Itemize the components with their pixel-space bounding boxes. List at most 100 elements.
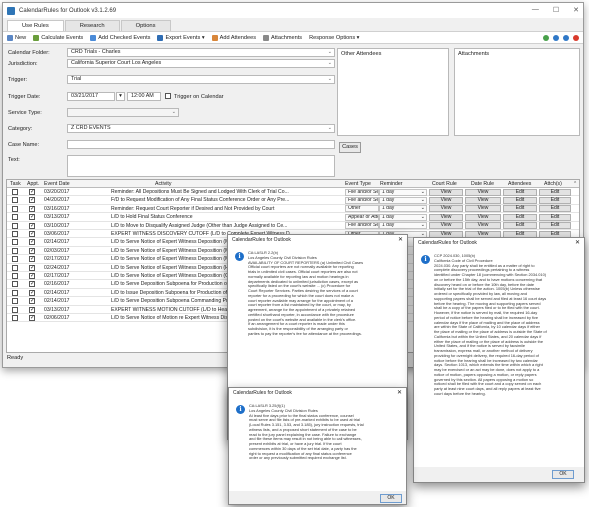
ok-button[interactable]: OK [380,494,402,503]
date-rule-view-button[interactable]: View [465,205,501,213]
trigger-time-input[interactable]: 12:00 AM [127,92,161,101]
attachments-edit-button[interactable]: Edit [539,188,571,196]
col-court-rule[interactable]: Court Rule [432,180,457,188]
help-icon[interactable] [563,35,569,41]
appt-checkbox[interactable] [29,264,35,271]
appt-checkbox[interactable] [29,289,35,296]
task-checkbox[interactable] [12,197,18,204]
reminder-select[interactable]: 1 day⌄ [379,196,427,204]
scroll-up-icon[interactable]: ⌃ [573,180,577,188]
appt-checkbox[interactable] [29,272,35,279]
close-icon[interactable]: ✕ [575,238,580,249]
cases-button[interactable]: Cases [339,142,361,153]
task-checkbox[interactable] [12,247,18,254]
task-checkbox[interactable] [12,315,18,321]
task-checkbox[interactable] [12,289,18,296]
appt-checkbox[interactable] [29,306,35,313]
appt-checkbox[interactable] [29,230,35,237]
reminder-select[interactable]: 1 day⌄ [379,213,427,221]
table-row[interactable]: 04/20/2017 F/D to Request Modification of… [7,196,579,205]
trigger-on-calendar-checkbox[interactable] [165,93,171,99]
appt-checkbox[interactable] [29,213,35,221]
col-reminder[interactable]: Reminder [380,180,403,188]
task-checkbox[interactable] [12,273,18,279]
close-red-icon[interactable] [573,35,579,41]
calendar-picker-icon[interactable]: ▾ [116,92,125,101]
tab-options[interactable]: Options [120,20,171,31]
attachments-edit-button[interactable]: Edit [539,213,571,221]
date-rule-view-button[interactable]: View [465,196,501,204]
attachments-panel[interactable]: Attachments [454,48,580,136]
task-checkbox[interactable] [12,205,18,212]
attachments-edit-button[interactable]: Edit [539,205,571,213]
date-rule-view-button[interactable]: View [465,213,501,221]
maximize-icon[interactable]: ☐ [553,6,559,14]
add-checked-events-button[interactable]: Add Checked Events [90,34,150,41]
task-checkbox[interactable] [12,214,18,221]
export-events-button[interactable]: Export Events ▾ [157,34,205,41]
col-date-rule[interactable]: Date Rule [471,180,494,188]
appt-checkbox[interactable] [29,280,35,288]
text-area[interactable] [67,155,335,177]
task-checkbox[interactable] [12,239,18,246]
court-rule-view-button[interactable]: View [429,196,463,204]
attendees-edit-button[interactable]: Edit [503,196,537,204]
appt-checkbox[interactable] [29,255,35,263]
attendees-edit-button[interactable]: Edit [503,205,537,213]
task-checkbox[interactable] [12,222,18,229]
case-name-input[interactable] [67,140,335,149]
close-icon[interactable]: ✕ [397,388,402,399]
table-row[interactable]: 03/16/2017 Reminder: Request Court Report… [7,205,579,214]
trigger-select[interactable]: Trial ⌄ [67,75,335,84]
attendees-edit-button[interactable]: Edit [503,188,537,196]
close-icon[interactable]: ✕ [398,235,403,246]
category-select[interactable]: Z CRD EVENTS ⌄ [67,124,335,133]
event-type-cell[interactable]: File and/or Serve [345,222,379,230]
jurisdiction-select[interactable]: California Superior Court Los Angeles ⌄ [67,59,335,68]
minimize-icon[interactable]: — [532,6,539,14]
task-checkbox[interactable] [12,256,18,263]
court-rule-view-button[interactable]: View [429,213,463,221]
col-task[interactable]: Task [10,180,21,188]
reminder-select[interactable]: 1 day⌄ [379,222,427,230]
calendar-folder-select[interactable]: CRD Trials - Charles ⌄ [67,48,335,57]
court-rule-view-button[interactable]: View [429,205,463,213]
task-checkbox[interactable] [12,231,18,237]
court-rule-view-button[interactable]: View [429,222,463,230]
date-rule-view-button[interactable]: View [465,222,501,230]
col-event-type[interactable]: Event Type [345,180,371,188]
col-appt[interactable]: Appt. [27,180,39,188]
task-checkbox[interactable] [12,189,18,195]
task-checkbox[interactable] [12,306,18,313]
sync-icon[interactable] [553,35,559,41]
service-type-select[interactable]: ⌄ [67,108,179,117]
appt-checkbox[interactable] [29,205,35,212]
attendees-edit-button[interactable]: Edit [503,213,537,221]
col-activity[interactable]: Activity [155,180,171,188]
attachments-button[interactable]: Attachments [263,34,302,41]
appt-checkbox[interactable] [29,247,35,254]
refresh-icon[interactable] [543,35,549,41]
col-attendees[interactable]: Attendees [508,180,531,188]
reminder-select[interactable]: 1 day⌄ [379,188,427,196]
other-attendees-panel[interactable]: Other Attendees [337,48,449,136]
event-type-cell[interactable]: File and/or Serve [345,196,379,204]
table-row[interactable]: 03/20/2017 Reminder: All Depositions Must… [7,188,579,197]
appt-checkbox[interactable] [29,196,35,204]
table-row[interactable]: 03/10/2017 L/D to Move to Disqualify Assi… [7,222,579,230]
add-attendees-button[interactable]: Add Attendees [211,34,256,41]
ok-button[interactable]: OK [552,470,574,479]
date-rule-view-button[interactable]: View [465,188,501,196]
attendees-edit-button[interactable]: Edit [503,222,537,230]
task-checkbox[interactable] [12,298,18,305]
close-icon[interactable]: ✕ [573,6,579,14]
trigger-date-input[interactable]: 03/21/2017 [67,92,115,101]
appt-checkbox[interactable] [29,297,35,305]
event-type-cell[interactable]: File and/or Serve [345,188,379,196]
table-row[interactable]: 03/13/2017 L/D to Hold Final Status Confe… [7,213,579,222]
tab-research[interactable]: Research [64,20,120,31]
appt-checkbox[interactable] [29,314,35,321]
reminder-select[interactable]: 1 day⌄ [379,205,427,213]
response-options-button[interactable]: Response Options ▾ [309,35,359,41]
tab-use-rules[interactable]: Use Rules [7,20,64,31]
